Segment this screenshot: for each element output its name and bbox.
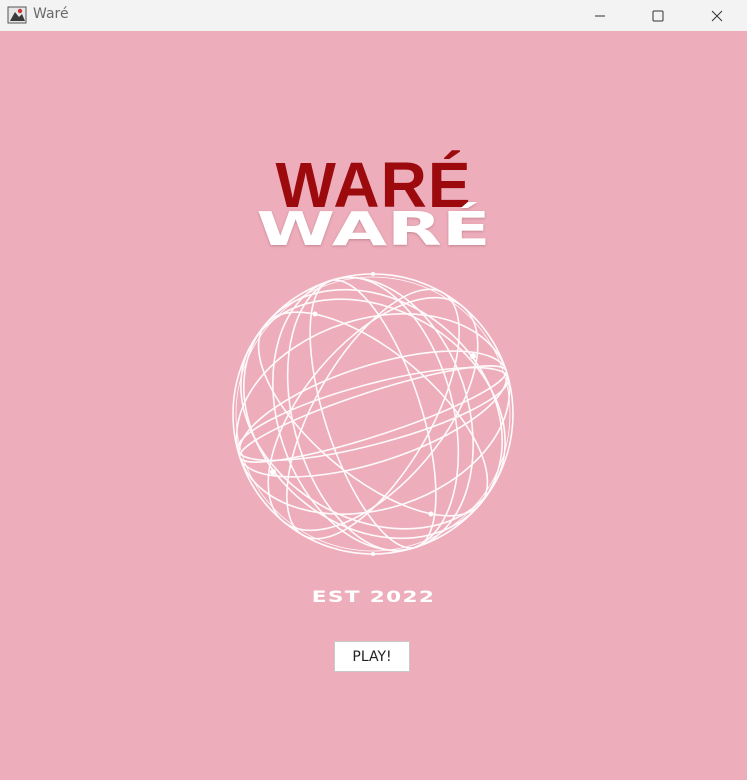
wireframe-globe-icon bbox=[232, 272, 514, 556]
minimize-button[interactable] bbox=[572, 0, 628, 31]
est-label: EST 2022 bbox=[311, 587, 436, 606]
app-window: Waré WARÉ WARÉ EST 2022 PLAY! bbox=[0, 0, 747, 780]
maximize-button[interactable] bbox=[630, 0, 686, 31]
close-button[interactable] bbox=[689, 0, 745, 31]
close-icon bbox=[711, 10, 723, 21]
play-button[interactable]: PLAY! bbox=[334, 641, 410, 672]
java-app-icon bbox=[7, 6, 27, 24]
title-bar[interactable]: Waré bbox=[0, 0, 747, 31]
minimize-icon bbox=[595, 15, 605, 16]
main-panel: WARÉ WARÉ EST 2022 PLAY! bbox=[0, 31, 747, 780]
maximize-icon bbox=[652, 10, 664, 21]
window-title: Waré bbox=[33, 6, 69, 22]
logo-title-white: WARÉ bbox=[256, 202, 491, 256]
